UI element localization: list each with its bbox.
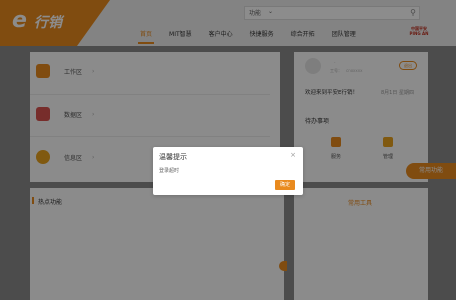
alert-dialog: 温馨提示 × 登录超时 确定 bbox=[153, 147, 303, 195]
close-icon[interactable]: × bbox=[290, 151, 296, 159]
dialog-title: 温馨提示 bbox=[159, 153, 187, 161]
ok-button[interactable]: 确定 bbox=[275, 180, 295, 190]
dialog-message: 登录超时 bbox=[159, 168, 180, 174]
